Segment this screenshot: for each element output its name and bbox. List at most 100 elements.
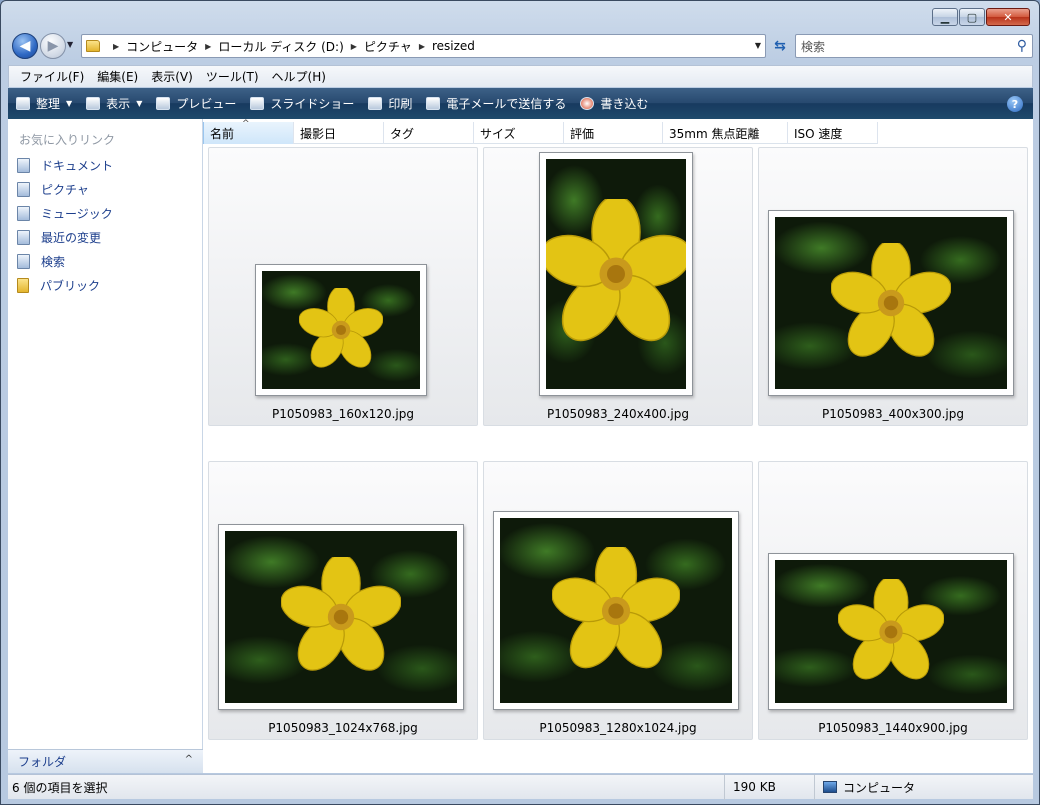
breadcrumb-resized[interactable]: resized [432, 39, 475, 53]
sidebar-item-documents[interactable]: ドキュメント [8, 153, 202, 177]
menu-file[interactable]: ファイル(F) [15, 68, 92, 85]
folder-icon [17, 277, 29, 293]
flower-image [838, 578, 944, 679]
views-label: 表示 [106, 97, 131, 111]
documents-icon [17, 157, 30, 173]
thumbnail-image [493, 511, 739, 710]
sidebar-item-label: ドキュメント [41, 158, 114, 173]
chevron-down-icon: ▼ [136, 99, 143, 108]
burn-disc-icon [580, 97, 595, 110]
column-size[interactable]: サイズ [474, 122, 564, 144]
flower-image [299, 288, 383, 368]
breadcrumb-pictures[interactable]: ピクチャ [364, 38, 412, 55]
views-button[interactable]: 表示 ▼ [86, 95, 142, 112]
recent-changes-icon [17, 229, 30, 245]
file-name: P1050983_1024x768.jpg [268, 721, 418, 735]
preview-icon [156, 97, 171, 110]
breadcrumb-separator-icon[interactable]: ▶ [205, 42, 211, 51]
column-rating[interactable]: 評価 [564, 122, 663, 144]
organize-label: 整理 [36, 97, 61, 111]
burn-button[interactable]: 書き込む [580, 95, 648, 112]
window-controls: ▁ ▢ ✕ [932, 8, 1030, 26]
zone-indicator: コンピュータ [814, 774, 915, 800]
flower-image [546, 199, 686, 342]
thumbnail-image [768, 210, 1014, 396]
column-name[interactable]: ^ 名前 [203, 119, 294, 144]
print-button[interactable]: 印刷 [368, 95, 412, 112]
history-dropdown-icon[interactable]: ▼ [67, 40, 73, 49]
file-item-thumbnail[interactable]: P1050983_1280x1024.jpg [483, 461, 753, 740]
search-folder-icon [17, 253, 30, 269]
preview-label: プレビュー [176, 97, 237, 111]
folder-icon [86, 40, 100, 52]
file-item-thumbnail[interactable]: P1050983_1024x768.jpg [208, 461, 478, 740]
slideshow-icon [250, 97, 265, 110]
refresh-icon: ⇆ [774, 38, 786, 54]
column-iso-speed[interactable]: ISO 速度 [788, 122, 878, 144]
back-button[interactable]: ◀ [12, 33, 38, 59]
column-label: 撮影日 [300, 126, 337, 141]
sidebar-item-pictures[interactable]: ピクチャ [8, 177, 202, 201]
printer-icon [368, 97, 383, 110]
menu-tools[interactable]: ツール(T) [201, 68, 267, 85]
computer-icon [823, 781, 837, 793]
sidebar-item-recent[interactable]: 最近の変更 [8, 225, 202, 249]
address-bar[interactable]: ▶ コンピュータ ▶ ローカル ディスク (D:) ▶ ピクチャ ▶ resiz… [81, 34, 766, 58]
sidebar-item-label: ミュージック [41, 206, 113, 221]
folders-toggle[interactable]: フォルダ ^ [8, 749, 203, 773]
search-icon[interactable]: ⚲ [1017, 38, 1027, 54]
maximize-icon[interactable]: ▢ [959, 8, 985, 26]
sidebar-item-search[interactable]: 検索 [8, 249, 202, 273]
thumbnail-image [218, 524, 464, 710]
organize-button[interactable]: 整理 ▼ [16, 95, 72, 112]
forward-button[interactable]: ▶ [40, 33, 66, 59]
navigation-pane: お気に入りリンク ドキュメント ピクチャ ミュージック 最近の変更 検索 パブリ… [8, 119, 203, 773]
sidebar-item-label: 最近の変更 [41, 230, 102, 245]
burn-label: 書き込む [600, 97, 649, 111]
menu-help[interactable]: ヘルプ(H) [267, 68, 334, 85]
menu-edit[interactable]: 編集(E) [92, 68, 146, 85]
file-item-thumbnail[interactable]: P1050983_1440x900.jpg [758, 461, 1028, 740]
file-name: P1050983_1440x900.jpg [818, 721, 968, 735]
breadcrumb-computer[interactable]: コンピュータ [126, 38, 198, 55]
sidebar-item-label: パブリック [40, 278, 101, 293]
breadcrumb-separator-icon[interactable]: ▶ [419, 42, 425, 51]
preview-button[interactable]: プレビュー [156, 95, 236, 112]
breadcrumb-separator-icon[interactable]: ▶ [351, 42, 357, 51]
email-icon [426, 97, 441, 110]
slideshow-label: スライドショー [270, 97, 355, 111]
minimize-icon[interactable]: ▁ [932, 8, 958, 26]
breadcrumb-local-disk[interactable]: ローカル ディスク (D:) [218, 38, 343, 55]
selection-status: 6 個の項目を選択 [12, 780, 108, 795]
sidebar-item-label: 検索 [41, 254, 66, 269]
email-button[interactable]: 電子メールで送信する [426, 95, 566, 112]
flower-image [281, 557, 401, 671]
column-tags[interactable]: タグ [384, 122, 474, 144]
refresh-button[interactable]: ⇆ [769, 34, 791, 58]
file-item-thumbnail[interactable]: P1050983_240x400.jpg [483, 147, 753, 426]
help-icon[interactable]: ? [1007, 96, 1023, 112]
file-item-thumbnail[interactable]: P1050983_160x120.jpg [208, 147, 478, 426]
thumbnail-image [255, 264, 427, 396]
file-name: P1050983_240x400.jpg [547, 407, 689, 421]
menu-view[interactable]: 表示(V) [146, 68, 201, 85]
breadcrumb-separator-icon[interactable]: ▶ [113, 42, 119, 51]
sidebar-item-music[interactable]: ミュージック [8, 201, 202, 225]
favorite-links-header: お気に入りリンク [19, 133, 116, 147]
search-input[interactable]: 検索 ⚲ [795, 34, 1033, 58]
sidebar-item-public[interactable]: パブリック [8, 273, 202, 297]
slideshow-button[interactable]: スライドショー [250, 95, 354, 112]
file-item-thumbnail[interactable]: P1050983_400x300.jpg [758, 147, 1028, 426]
status-bar: 6 個の項目を選択 190 KB コンピュータ [8, 774, 1033, 800]
column-date-taken[interactable]: 撮影日 [294, 122, 384, 144]
column-label: 評価 [570, 126, 595, 141]
file-name: P1050983_160x120.jpg [272, 407, 414, 421]
navigation-row: ◀ ▶ ▼ ▶ コンピュータ ▶ ローカル ディスク (D:) ▶ ピクチャ ▶… [9, 32, 1033, 60]
column-focal-length[interactable]: 35mm 焦点距離 [663, 122, 788, 144]
address-dropdown-icon[interactable]: ▼ [755, 41, 761, 50]
close-icon[interactable]: ✕ [986, 8, 1030, 26]
file-name: P1050983_1280x1024.jpg [539, 721, 697, 735]
chevron-up-icon: ^ [184, 754, 193, 765]
menu-bar: ファイル(F) 編集(E) 表示(V) ツール(T) ヘルプ(H) [8, 65, 1033, 87]
column-label: 名前 [210, 126, 235, 141]
